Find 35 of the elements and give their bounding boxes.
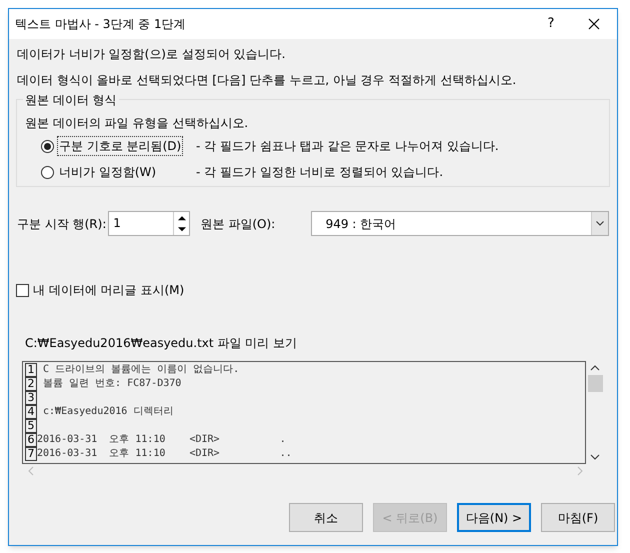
scroll-thumb[interactable] [588, 375, 603, 392]
dialog-button[interactable]: 다음(N) > [457, 503, 531, 532]
option-description: - 각 필드가 쉼표나 탭과 같은 문자로 나누어져 있습니다. [196, 138, 499, 155]
preview-line: 2016-03-31 오후 11:10 <DIR> .. [37, 447, 292, 461]
line-number: 3 [25, 391, 37, 405]
line-number: 5 [25, 419, 37, 433]
header-checkbox-option[interactable]: 내 데이터에 머리글 표시(M) [9, 281, 617, 299]
close-icon [588, 18, 600, 30]
line-number: 6 [25, 433, 37, 447]
dialog-button[interactable]: 마침(F) [541, 503, 615, 532]
start-row-spinner[interactable]: 1 [108, 211, 190, 236]
window-title: 텍스트 마법사 - 3단계 중 1단계 [15, 16, 186, 33]
instruction-text: 데이터 형식이 올바로 선택되었다면 [다음] 단추를 누르고, 아닐 경우 적절하게 선택하십시오. [17, 72, 518, 89]
start-row-label: 구분 시작 행(R): [17, 216, 108, 232]
preview-line: 볼륨 일련 번호: FC87-D370 [42, 377, 182, 391]
line-number: 7 [25, 447, 37, 461]
option-description: - 각 필드가 일정한 너비로 정렬되어 있습니다. [196, 164, 444, 181]
help-button[interactable]: ? [531, 14, 571, 34]
line-number: 2 [25, 377, 37, 391]
group-prompt: 원본 데이터의 파일 유형을 선택하십시오. [25, 115, 250, 132]
checkbox[interactable] [16, 284, 29, 296]
preview-line: 2016-03-31 오후 11:10 <DIR> . [37, 433, 286, 447]
instruction-text: 데이터가 너비가 일정함(으)로 설정되어 있습니다. [17, 46, 286, 63]
preview-line: C 드라이브의 볼륨에는 이름이 없습니다. [42, 363, 240, 377]
line-number: 1 [25, 363, 37, 377]
radio-button[interactable] [41, 166, 54, 178]
file-origin-dropdown[interactable]: 949 : 한국어 [310, 211, 609, 236]
preview-title: C:₩Easyedu2016₩easyedu.txt 파일 미리 보기 [24, 335, 298, 352]
dialog-button[interactable]: 취소 [289, 503, 363, 532]
radio-option[interactable]: 너비가 일정함(W) [41, 162, 196, 182]
line-number: 4 [25, 405, 37, 419]
chevron-down-icon [596, 221, 604, 226]
radio-button[interactable] [41, 140, 54, 152]
preview-line: c:₩Easyedu2016 디렉터리 [42, 405, 174, 419]
file-origin-label: 원본 파일(O): [200, 216, 276, 232]
